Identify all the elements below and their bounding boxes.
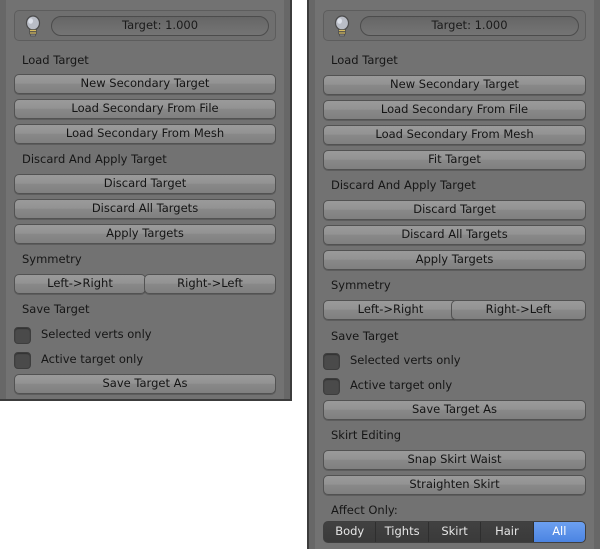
- button-left-to-right[interactable]: Left->Right: [14, 274, 146, 294]
- button-right-to-left[interactable]: Right->Left: [144, 274, 276, 294]
- button-save-target-as[interactable]: Save Target As: [14, 374, 276, 394]
- button-discard-target[interactable]: Discard Target: [14, 174, 276, 194]
- checkbox-row-selected-verts-only[interactable]: Selected verts only: [323, 352, 586, 370]
- button-load-secondary-from-mesh[interactable]: Load Secondary From Mesh: [14, 124, 276, 144]
- button-discard-all-targets[interactable]: Discard All Targets: [323, 225, 586, 245]
- checkbox-active-target-only[interactable]: [14, 351, 31, 369]
- section-label-symmetry: Symmetry: [331, 278, 391, 292]
- checkbox-row-active-target-only[interactable]: Active target only: [14, 351, 276, 369]
- section-label-affect-only: Affect Only:: [331, 503, 398, 517]
- checkbox-selected-verts-only[interactable]: [14, 326, 31, 344]
- section-label-skirt-editing: Skirt Editing: [331, 428, 402, 442]
- button-new-secondary-target[interactable]: New Secondary Target: [323, 75, 586, 95]
- checkbox-label-active-target-only: Active target only: [41, 352, 144, 367]
- button-apply-targets[interactable]: Apply Targets: [14, 224, 276, 244]
- segment-body[interactable]: Body: [324, 522, 377, 542]
- panel-right-gutter: [284, 0, 290, 399]
- panel-right-gutter: [594, 0, 600, 549]
- button-fit-target[interactable]: Fit Target: [323, 150, 586, 170]
- button-load-secondary-from-file[interactable]: Load Secondary From File: [14, 99, 276, 119]
- checkbox-active-target-only[interactable]: [323, 377, 340, 395]
- target-header-box: Target: 1.000: [323, 10, 586, 41]
- checkbox-row-active-target-only[interactable]: Active target only: [323, 377, 586, 395]
- section-label-symmetry: Symmetry: [22, 252, 82, 266]
- checkbox-label-selected-verts-only: Selected verts only: [41, 327, 152, 342]
- target-value-slider[interactable]: Target: 1.000: [51, 16, 269, 36]
- button-apply-targets[interactable]: Apply Targets: [323, 250, 586, 270]
- affect-only-segmented-control[interactable]: Body Tights Skirt Hair All: [323, 521, 586, 543]
- target-value-slider[interactable]: Target: 1.000: [360, 16, 579, 36]
- checkbox-row-selected-verts-only[interactable]: Selected verts only: [14, 326, 276, 344]
- section-label-load-target: Load Target: [22, 53, 89, 67]
- lightbulb-icon[interactable]: [332, 15, 352, 37]
- panel-left-gutter: [0, 0, 6, 399]
- button-snap-skirt-waist[interactable]: Snap Skirt Waist: [323, 450, 586, 470]
- button-right-to-left[interactable]: Right->Left: [451, 300, 586, 320]
- section-label-save-target: Save Target: [22, 302, 90, 316]
- lightbulb-icon[interactable]: [23, 15, 43, 37]
- segment-tights[interactable]: Tights: [376, 522, 429, 542]
- button-new-secondary-target[interactable]: New Secondary Target: [14, 74, 276, 94]
- button-load-secondary-from-mesh[interactable]: Load Secondary From Mesh: [323, 125, 586, 145]
- target-editing-panel-basic: Target: 1.000 Load Target New Secondary …: [0, 0, 292, 401]
- segment-hair[interactable]: Hair: [481, 522, 534, 542]
- section-label-discard-and-apply-target: Discard And Apply Target: [22, 152, 167, 166]
- checkbox-label-active-target-only: Active target only: [350, 378, 453, 393]
- target-editing-panel-extended: Target: 1.000 Load Target New Secondary …: [307, 0, 600, 549]
- segment-skirt[interactable]: Skirt: [428, 522, 482, 542]
- button-straighten-skirt[interactable]: Straighten Skirt: [323, 475, 586, 495]
- button-discard-all-targets[interactable]: Discard All Targets: [14, 199, 276, 219]
- section-label-save-target: Save Target: [331, 329, 399, 343]
- button-load-secondary-from-file[interactable]: Load Secondary From File: [323, 100, 586, 120]
- segment-all[interactable]: All: [533, 522, 585, 542]
- button-discard-target[interactable]: Discard Target: [323, 200, 586, 220]
- target-header-box: Target: 1.000: [14, 10, 276, 41]
- checkbox-label-selected-verts-only: Selected verts only: [350, 353, 461, 368]
- section-label-load-target: Load Target: [331, 53, 398, 67]
- button-save-target-as[interactable]: Save Target As: [323, 400, 586, 420]
- section-label-discard-and-apply-target: Discard And Apply Target: [331, 178, 476, 192]
- button-left-to-right[interactable]: Left->Right: [323, 300, 458, 320]
- panel-left-gutter: [309, 0, 315, 549]
- checkbox-selected-verts-only[interactable]: [323, 352, 340, 370]
